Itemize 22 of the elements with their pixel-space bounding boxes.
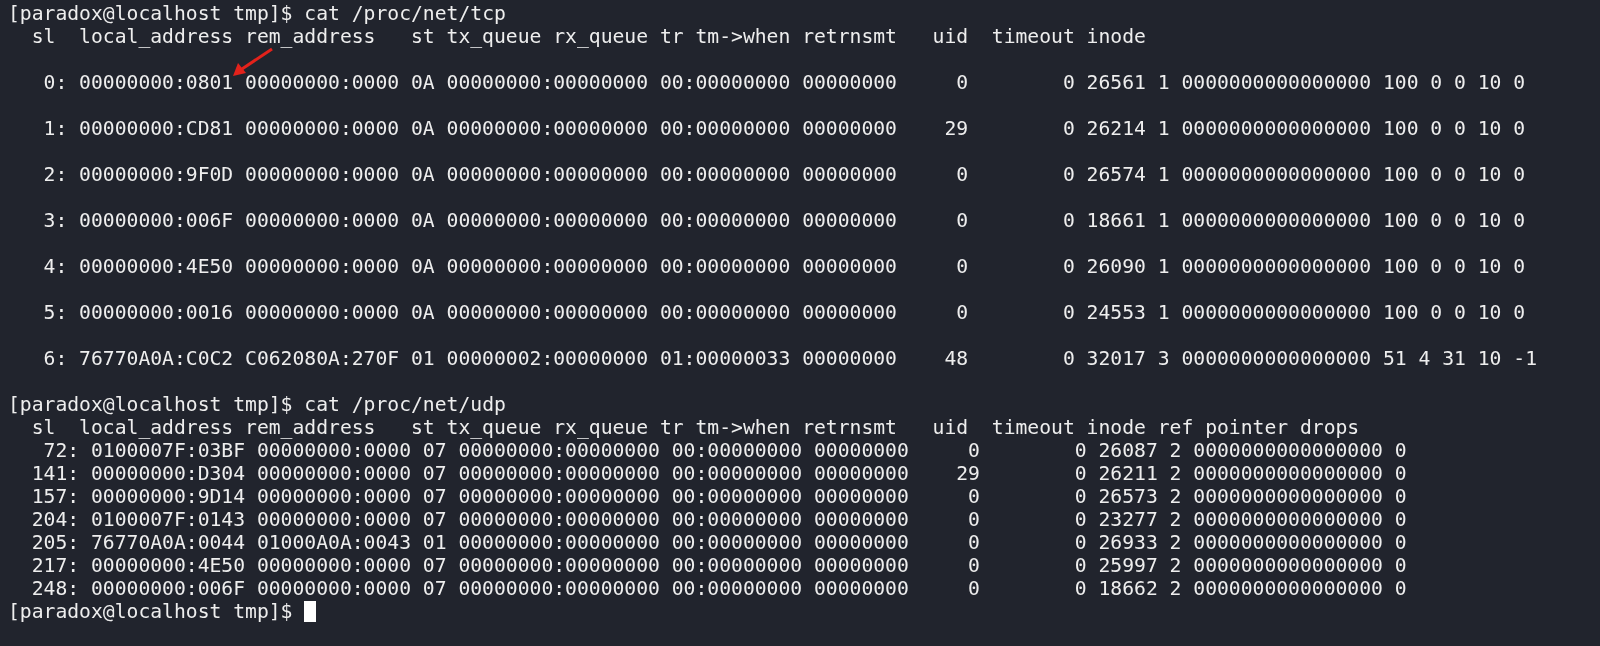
output-line: 248: 00000000:006F 00000000:0000 07 00000000:00000000 00:00000000 00000000 0 0 18662 2 0000000000000000 0 (30, 577, 1407, 600)
output-line: 205: 76770A0A:0044 01000A0A:0043 01 00000000:00000000 00:00000000 00000000 0 0 26933 2 0000000000000000 0 (30, 531, 1407, 554)
output-line: 141: 00000000:D304 00000000:0000 07 00000000:00000000 00:00000000 00000000 29 0 26211 2 0000000000000000 0 (30, 462, 1407, 485)
output-line: 204: 0100007F:0143 00000000:0000 07 00000000:00000000 00:00000000 00000000 0 0 23277 2 0000000000000000 0 (30, 508, 1407, 531)
output-line: 1: 00000000:CD81 00000000:0000 0A 00000000:00000000 00:00000000 00000000 29 0 26214 1 0000000000000000 100 0 0 10 0 (42, 117, 1526, 140)
output-line: 0: 00000000:0801 00000000:0000 0A 00000000:00000000 00:00000000 00000000 0 0 26561 1 0000000000000000 100 0 0 10 0 (42, 71, 1526, 94)
output-line: 157: 00000000:9D14 00000000:0000 07 00000000:00000000 00:00000000 00000000 0 0 26573 2 0000000000000000 0 (30, 485, 1407, 508)
output-line: 3: 00000000:006F 00000000:0000 0A 00000000:00000000 00:00000000 00000000 0 0 18661 1 0000000000000000 100 0 0 10 0 (42, 209, 1526, 232)
shell-prompt: [paradox@localhost tmp]$ (8, 600, 293, 623)
column-header-line: sl local_address rem_address st tx_queue rx_queue tr tm->when retrnsmt uid timeout inode ref pointer drops (30, 416, 1360, 439)
shell-command: cat /proc/net/tcp (303, 2, 506, 25)
output-line: 217: 00000000:4E50 00000000:0000 07 00000000:00000000 00:00000000 00000000 0 0 25997 2 0000000000000000 0 (30, 554, 1407, 577)
text-cursor (304, 601, 317, 622)
output-line: 2: 00000000:9F0D 00000000:0000 0A 00000000:00000000 00:00000000 00000000 0 0 26574 1 0000000000000000 100 0 0 10 0 (42, 163, 1526, 186)
shell-prompt: [paradox@localhost tmp]$ (8, 393, 293, 416)
output-line: 72: 0100007F:03BF 00000000:0000 07 00000000:00000000 00:00000000 00000000 0 0 26087 2 0000000000000000 0 (42, 439, 1407, 462)
column-header-line: sl local_address rem_address st tx_queue rx_queue tr tm->when retrnsmt uid timeout inode (30, 25, 1146, 48)
shell-command: cat /proc/net/udp (303, 393, 506, 416)
output-line: 4: 00000000:4E50 00000000:0000 0A 00000000:00000000 00:00000000 00000000 0 0 26090 1 0000000000000000 100 0 0 10 0 (42, 255, 1526, 278)
shell-prompt: [paradox@localhost tmp]$ (8, 2, 293, 25)
output-line: 6: 76770A0A:C0C2 C062080A:270F 01 00000002:00000000 01:00000033 00000000 48 0 32017 3 0000000000000000 51 4 31 10 -1 (42, 347, 1538, 370)
output-line: 5: 00000000:0016 00000000:0000 0A 00000000:00000000 00:00000000 00000000 0 0 24553 1 0000000000000000 100 0 0 10 0 (42, 301, 1526, 324)
